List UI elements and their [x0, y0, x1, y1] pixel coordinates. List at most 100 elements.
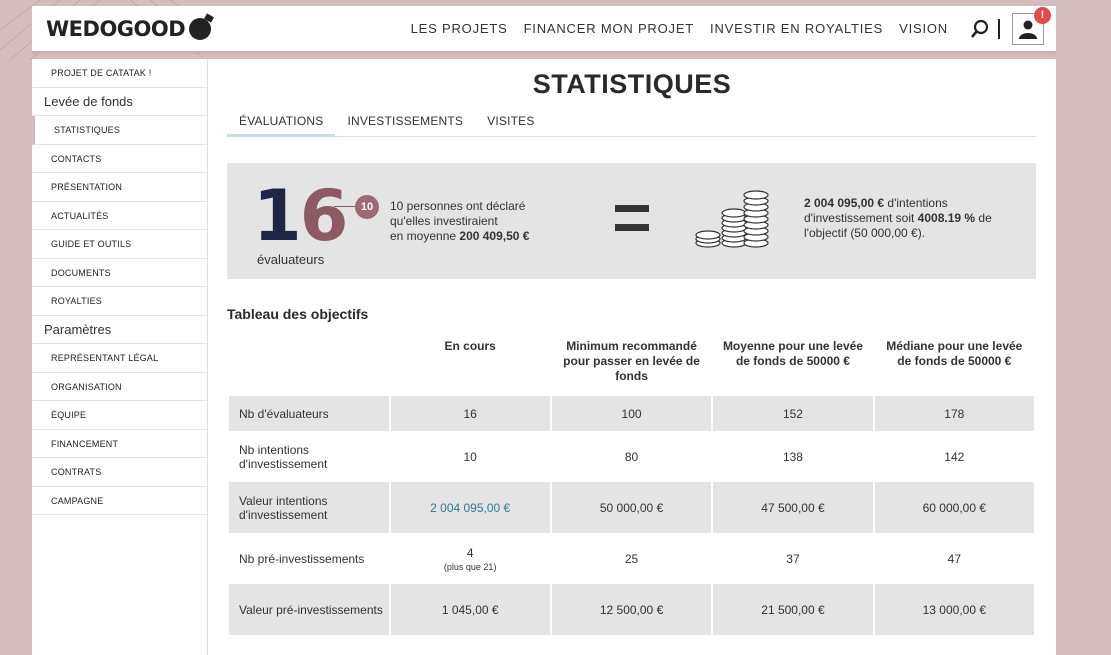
average-cell-value: 152 — [782, 406, 803, 421]
objectives-table: En cours Minimum recommandé pour passer … — [227, 331, 1036, 635]
current-cell-value: 16 — [463, 406, 477, 421]
average-cell: 47 500,00 € — [713, 482, 873, 533]
table-header-current: En cours — [444, 339, 496, 353]
median-cell: 60 000,00 € — [874, 482, 1034, 533]
sidebar-item[interactable]: PRÉSENTATION — [32, 173, 207, 202]
coins-icon — [695, 190, 769, 248]
minimum-cell-value: 100 — [621, 406, 642, 421]
nav-les-projets[interactable]: LES PROJETS — [411, 21, 508, 36]
declaration-line-1: 10 personnes ont déclaré — [390, 199, 526, 213]
sidebar-item[interactable]: ROYALTIES — [32, 287, 207, 316]
average-cell-value: 47 500,00 € — [761, 500, 825, 515]
minimum-cell: 100 — [551, 396, 712, 431]
sidebar: PROJET DE CATATAK ! Levée de fonds STATIST… — [32, 59, 208, 655]
user-icon — [1019, 20, 1037, 39]
evaluators-label: évaluateurs — [257, 252, 325, 267]
median-cell-value: 142 — [944, 449, 965, 464]
logo-text: WEDOGOOD — [46, 16, 186, 41]
intentions-summary: 2 004 095,00 € d'intentions d'investisse… — [804, 196, 1019, 241]
tab-evaluations[interactable]: ÉVALUATIONS — [227, 112, 336, 137]
intentions-amount: 2 004 095,00 € — [804, 196, 885, 210]
sidebar-item[interactable]: CAMPAGNE — [32, 487, 207, 515]
sidebar-item[interactable]: CONTRATS — [32, 458, 207, 487]
intentions-percent: 4008.19 % — [917, 211, 976, 225]
row-label-value: Valeur intentions d'investissement — [239, 493, 328, 522]
row-label-value: Nb d'évaluateurs — [239, 406, 329, 421]
equals-icon — [615, 205, 649, 231]
current-cell-value: 10 — [463, 449, 477, 464]
stats-tabs: ÉVALUATIONS INVESTISSEMENTS VISITES — [227, 112, 1036, 137]
current-cell: 1 045,00 € — [390, 584, 550, 635]
row-label: Nb pré-investissements — [229, 533, 389, 584]
objectives-table-title: Tableau des objectifs — [227, 306, 369, 322]
minimum-cell-value: 12 500,00 € — [599, 602, 664, 617]
bomb-icon — [189, 17, 212, 40]
tab-visites[interactable]: VISITES — [475, 112, 546, 137]
nav-vision[interactable]: VISION — [899, 21, 948, 36]
table-header-average: Moyenne pour une levée de fonds de 50000… — [722, 339, 863, 368]
sidebar-item[interactable]: FINANCEMENT — [32, 430, 207, 458]
notification-badge: ! — [1034, 6, 1051, 24]
median-cell-value: 178 — [944, 406, 965, 421]
median-cell-value: 47 — [947, 551, 961, 566]
sidebar-item[interactable]: GUIDE ET OUTILS — [32, 230, 207, 259]
sidebar-item[interactable]: ORGANISATION — [32, 373, 207, 401]
sidebar-item[interactable]: PROJET DE CATATAK ! — [32, 59, 207, 88]
average-cell-value: 138 — [782, 449, 803, 464]
table-header-empty — [229, 331, 389, 396]
current-cell: 10 — [391, 431, 550, 482]
sidebar-item[interactable]: ÉQUIPE — [32, 401, 207, 430]
top-header: WEDOGOOD LES PROJETS FINANCER MON PROJET… — [32, 6, 1056, 54]
page-title: STATISTIQUES — [532, 69, 732, 99]
declaration-line-2: qu'elles investiraient — [390, 214, 498, 228]
sidebar-group-label: Levée de fonds — [32, 88, 207, 116]
minimum-cell: 50 000,00 € — [551, 482, 712, 533]
average-cell: 37 — [713, 533, 872, 584]
nav-investir[interactable]: INVESTIR EN ROYALTIES — [710, 21, 883, 36]
row-label-value: Valeur pré-investissements — [239, 602, 383, 617]
average-cell-value: 21 500,00 € — [761, 602, 825, 617]
median-cell: 13 000,00 € — [874, 584, 1034, 635]
evaluators-count-digit-2: 6 — [299, 175, 349, 257]
declaration-line-3: en moyenne 200 409,50 € — [390, 229, 529, 244]
row-label: Nb d'évaluateurs — [229, 396, 389, 431]
current-subtext: (plus que 21) — [443, 561, 497, 572]
sidebar-item[interactable]: CONTACTS — [32, 145, 207, 173]
declaration-prefix: en moyenne — [390, 229, 460, 243]
table-row: Nb pré-investissements 4 (plus que 21) 25 37… — [229, 533, 1034, 584]
main-nav: LES PROJETS FINANCER MON PROJET INVESTIR… — [395, 6, 1056, 45]
row-label: Nb intentions d'investissement — [229, 431, 389, 482]
average-cell: 138 — [713, 431, 872, 482]
logo[interactable]: WEDOGOOD — [46, 16, 212, 41]
minimum-cell-value: 50 000,00 € — [599, 500, 664, 515]
row-label: Valeur pré-investissements — [229, 584, 389, 635]
nav-separator — [998, 18, 1000, 39]
sidebar-item[interactable]: DOCUMENTS — [32, 259, 207, 287]
evaluators-count-digit-1: 1 — [253, 175, 302, 257]
minimum-cell-value: 25 — [624, 551, 639, 566]
median-cell: 142 — [875, 431, 1034, 482]
current-cell-value: 2 004 095,00 € — [430, 500, 511, 515]
sidebar-item[interactable]: REPRÉSENTANT LÉGAL — [32, 344, 207, 373]
table-header-minimum: Minimum recommandé pour passer en levée … — [563, 339, 700, 383]
declaration-text: 10 personnes ont déclaré qu'elles invest… — [390, 199, 529, 244]
summary-box: 16 évaluateurs 10 10 personnes ont décla… — [227, 163, 1036, 279]
current-cell: 4 (plus que 21) — [391, 533, 550, 584]
search-icon[interactable] — [970, 19, 990, 39]
evaluators-count: 16 — [253, 175, 349, 257]
nav-financer[interactable]: FINANCER MON PROJET — [524, 21, 694, 36]
sidebar-group-label: Paramètres — [32, 316, 207, 344]
table-row: Nb intentions d'investissement 10 80 138 142 — [229, 431, 1034, 482]
minimum-cell: 25 — [552, 533, 712, 584]
tab-investissements[interactable]: INVESTISSEMENTS — [335, 112, 475, 137]
current-cell: 2 004 095,00 € — [390, 482, 550, 533]
connector-line — [334, 206, 356, 207]
current-cell: 16 — [390, 396, 550, 431]
user-account-button[interactable]: ! — [1012, 6, 1051, 45]
average-amount: 200 409,50 € — [459, 229, 530, 243]
current-cell-value: 1 045,00 € — [441, 602, 499, 617]
minimum-cell-value: 80 — [624, 449, 639, 464]
sidebar-item[interactable]: STATISTIQUES — [32, 116, 207, 145]
sidebar-item[interactable]: ACTUALITÉS — [32, 202, 207, 230]
median-cell-value: 13 000,00 € — [922, 602, 987, 617]
